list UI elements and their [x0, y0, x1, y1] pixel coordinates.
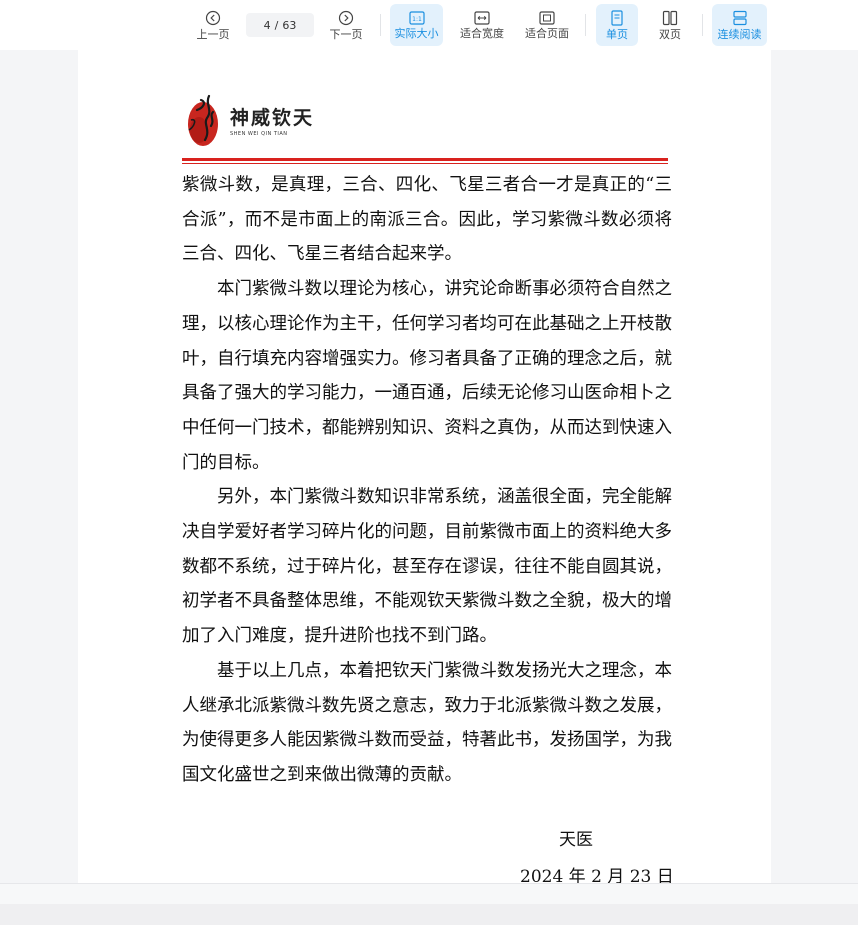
single-page-label: 单页	[606, 27, 628, 41]
fit-width-icon	[474, 10, 490, 25]
logo-name-en: SHEN WEI QIN TIAN	[230, 131, 288, 137]
fit-page-label: 适合页面	[525, 26, 569, 40]
toolbar-divider	[585, 14, 586, 36]
fit-width-label: 适合宽度	[460, 26, 504, 40]
paragraph: 基于以上几点，本着把钦天门紫微斗数发扬光大之理念，本人继承北派紫微斗数先贤之意志…	[182, 660, 672, 785]
paragraph: 另外，本门紫微斗数知识非常系统，涵盖很全面，完全能解决自学爱好者学习碎片化的问题…	[182, 487, 672, 647]
prev-page-button[interactable]: 上一页	[190, 4, 236, 46]
next-page-button[interactable]: 下一页	[323, 4, 369, 46]
toolbar-divider	[380, 14, 381, 36]
header-rule-thick	[182, 158, 668, 161]
author-signature: 天医	[559, 830, 593, 850]
fit-page-icon	[539, 10, 555, 25]
bottom-bar	[0, 904, 858, 925]
paragraph: 本门紫微斗数以理论为核心，讲究论命断事必须符合自然之理，以核心理论作为主干，任何…	[182, 279, 672, 473]
single-page-icon	[611, 9, 623, 26]
single-page-button[interactable]: 单页	[596, 4, 638, 46]
next-page-label: 下一页	[329, 27, 363, 41]
chevron-left-circle-icon	[205, 10, 221, 25]
brand-logo: 神威钦天 SHEN WEI QIN TIAN	[183, 90, 335, 154]
header-rule-thin	[182, 163, 668, 164]
fit-page-button[interactable]: 适合页面	[520, 4, 574, 46]
page-separator: /	[274, 18, 279, 32]
total-pages: 63	[282, 18, 297, 32]
page-indicator[interactable]: 4 / 63	[246, 13, 314, 37]
actual-size-label: 实际大小	[394, 26, 439, 40]
double-page-icon	[662, 10, 678, 25]
logo-name-cn: 神威钦天	[230, 107, 315, 129]
horizontal-scrollbar[interactable]	[0, 883, 858, 905]
toolbar-divider	[702, 14, 703, 36]
document-viewport[interactable]: 神威钦天 SHEN WEI QIN TIAN 紫微斗数，是真理，三合、四化、飞星…	[0, 50, 858, 883]
signature-date: 2024 年 2 月 23 日	[520, 867, 674, 883]
continuous-reading-label: 连续阅读	[717, 27, 762, 41]
current-page-input[interactable]: 4	[264, 19, 271, 32]
calligraphy-seal-logo-icon	[188, 94, 218, 146]
continuous-reading-button[interactable]: 连续阅读	[712, 4, 767, 46]
continuous-reading-icon	[732, 10, 747, 25]
double-page-button[interactable]: 双页	[649, 4, 691, 46]
actual-size-icon: 1:1	[408, 10, 425, 25]
fit-width-button[interactable]: 适合宽度	[455, 4, 509, 46]
logo-text: 神威钦天 SHEN WEI QIN TIAN	[230, 107, 314, 137]
document-page: 神威钦天 SHEN WEI QIN TIAN 紫微斗数，是真理，三合、四化、飞星…	[78, 50, 771, 883]
viewer-toolbar: 上一页 4 / 63 下一页 1:1 实际大小 适合宽度 适合页面 单页 双页 …	[0, 0, 858, 50]
chevron-right-circle-icon	[338, 10, 354, 25]
prev-page-label: 上一页	[196, 27, 230, 41]
body-text: 紫微斗数，是真理，三合、四化、飞星三者合一才是真正的“三合派”，而不是市面上的南…	[182, 168, 672, 793]
paragraph: 紫微斗数，是真理，三合、四化、飞星三者合一才是真正的“三合派”，而不是市面上的南…	[182, 175, 672, 265]
actual-size-button[interactable]: 1:1 实际大小	[390, 4, 443, 46]
svg-text:1:1: 1:1	[412, 16, 422, 23]
double-page-label: 双页	[659, 27, 681, 41]
